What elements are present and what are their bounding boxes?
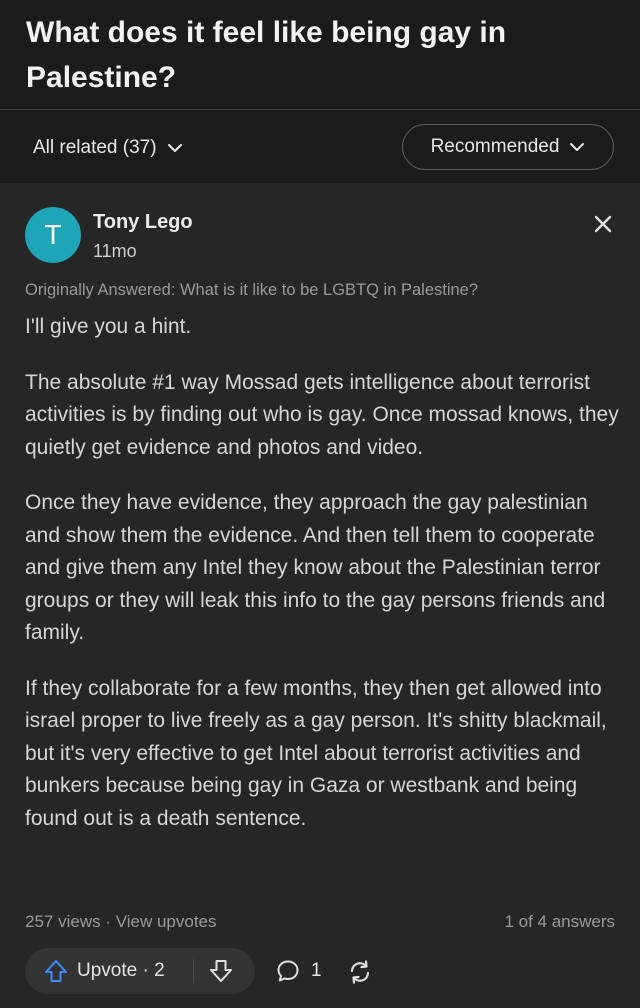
related-filter-label: All related (37) — [33, 137, 157, 158]
upvote-button[interactable]: Upvote · 2 — [43, 948, 165, 994]
avatar-letter: T — [44, 219, 62, 250]
filter-bar: All related (37) Recommended — [0, 111, 640, 183]
avatar[interactable]: T — [25, 207, 81, 263]
action-bar: Upvote · 2 1 — [25, 948, 625, 994]
answer-position: 1 of 4 answers — [504, 912, 615, 931]
related-filter-dropdown[interactable]: All related (37) — [33, 135, 183, 161]
answer-paragraph: Once they have evidence, they approach t… — [25, 491, 606, 644]
author-name[interactable]: Tony Lego — [93, 211, 193, 234]
views-upvotes-link[interactable]: 257 views · View upvotes — [25, 912, 217, 932]
downvote-arrow-icon[interactable] — [208, 958, 234, 984]
share-icon[interactable] — [346, 958, 374, 986]
answer-body: I'll give you a hint. The absolute #1 wa… — [25, 311, 625, 858]
stats-row: 257 views · View upvotes 1 of 4 answers — [25, 912, 615, 934]
vote-divider — [193, 959, 194, 983]
close-icon[interactable] — [590, 211, 616, 237]
chevron-down-icon — [570, 143, 585, 151]
answer-paragraph: The absolute #1 way Mossad gets intellig… — [25, 370, 619, 459]
chevron-down-icon — [167, 144, 182, 152]
answer-age[interactable]: 11mo — [93, 241, 137, 262]
comment-count: 1 — [311, 960, 322, 981]
sort-label: Recommended — [430, 136, 560, 157]
question-title[interactable]: What does it feel like being gay in Pale… — [26, 10, 616, 100]
upvote-label: Upvote · 2 — [77, 960, 165, 981]
sort-dropdown[interactable]: Recommended — [402, 124, 614, 170]
comment-icon — [277, 960, 299, 982]
answer-card: T Tony Lego 11mo Originally Answered: Wh… — [0, 183, 640, 1008]
answer-paragraph: I'll give you a hint. — [25, 315, 192, 338]
answer-paragraph: If they collaborate for a few months, th… — [25, 676, 607, 830]
original-question[interactable]: Originally Answered: What is it like to … — [25, 281, 625, 300]
upvote-arrow-icon — [45, 960, 67, 982]
vote-pill: Upvote · 2 — [25, 948, 255, 994]
comment-button[interactable]: 1 — [275, 948, 322, 994]
question-header: What does it feel like being gay in Pale… — [0, 0, 640, 110]
